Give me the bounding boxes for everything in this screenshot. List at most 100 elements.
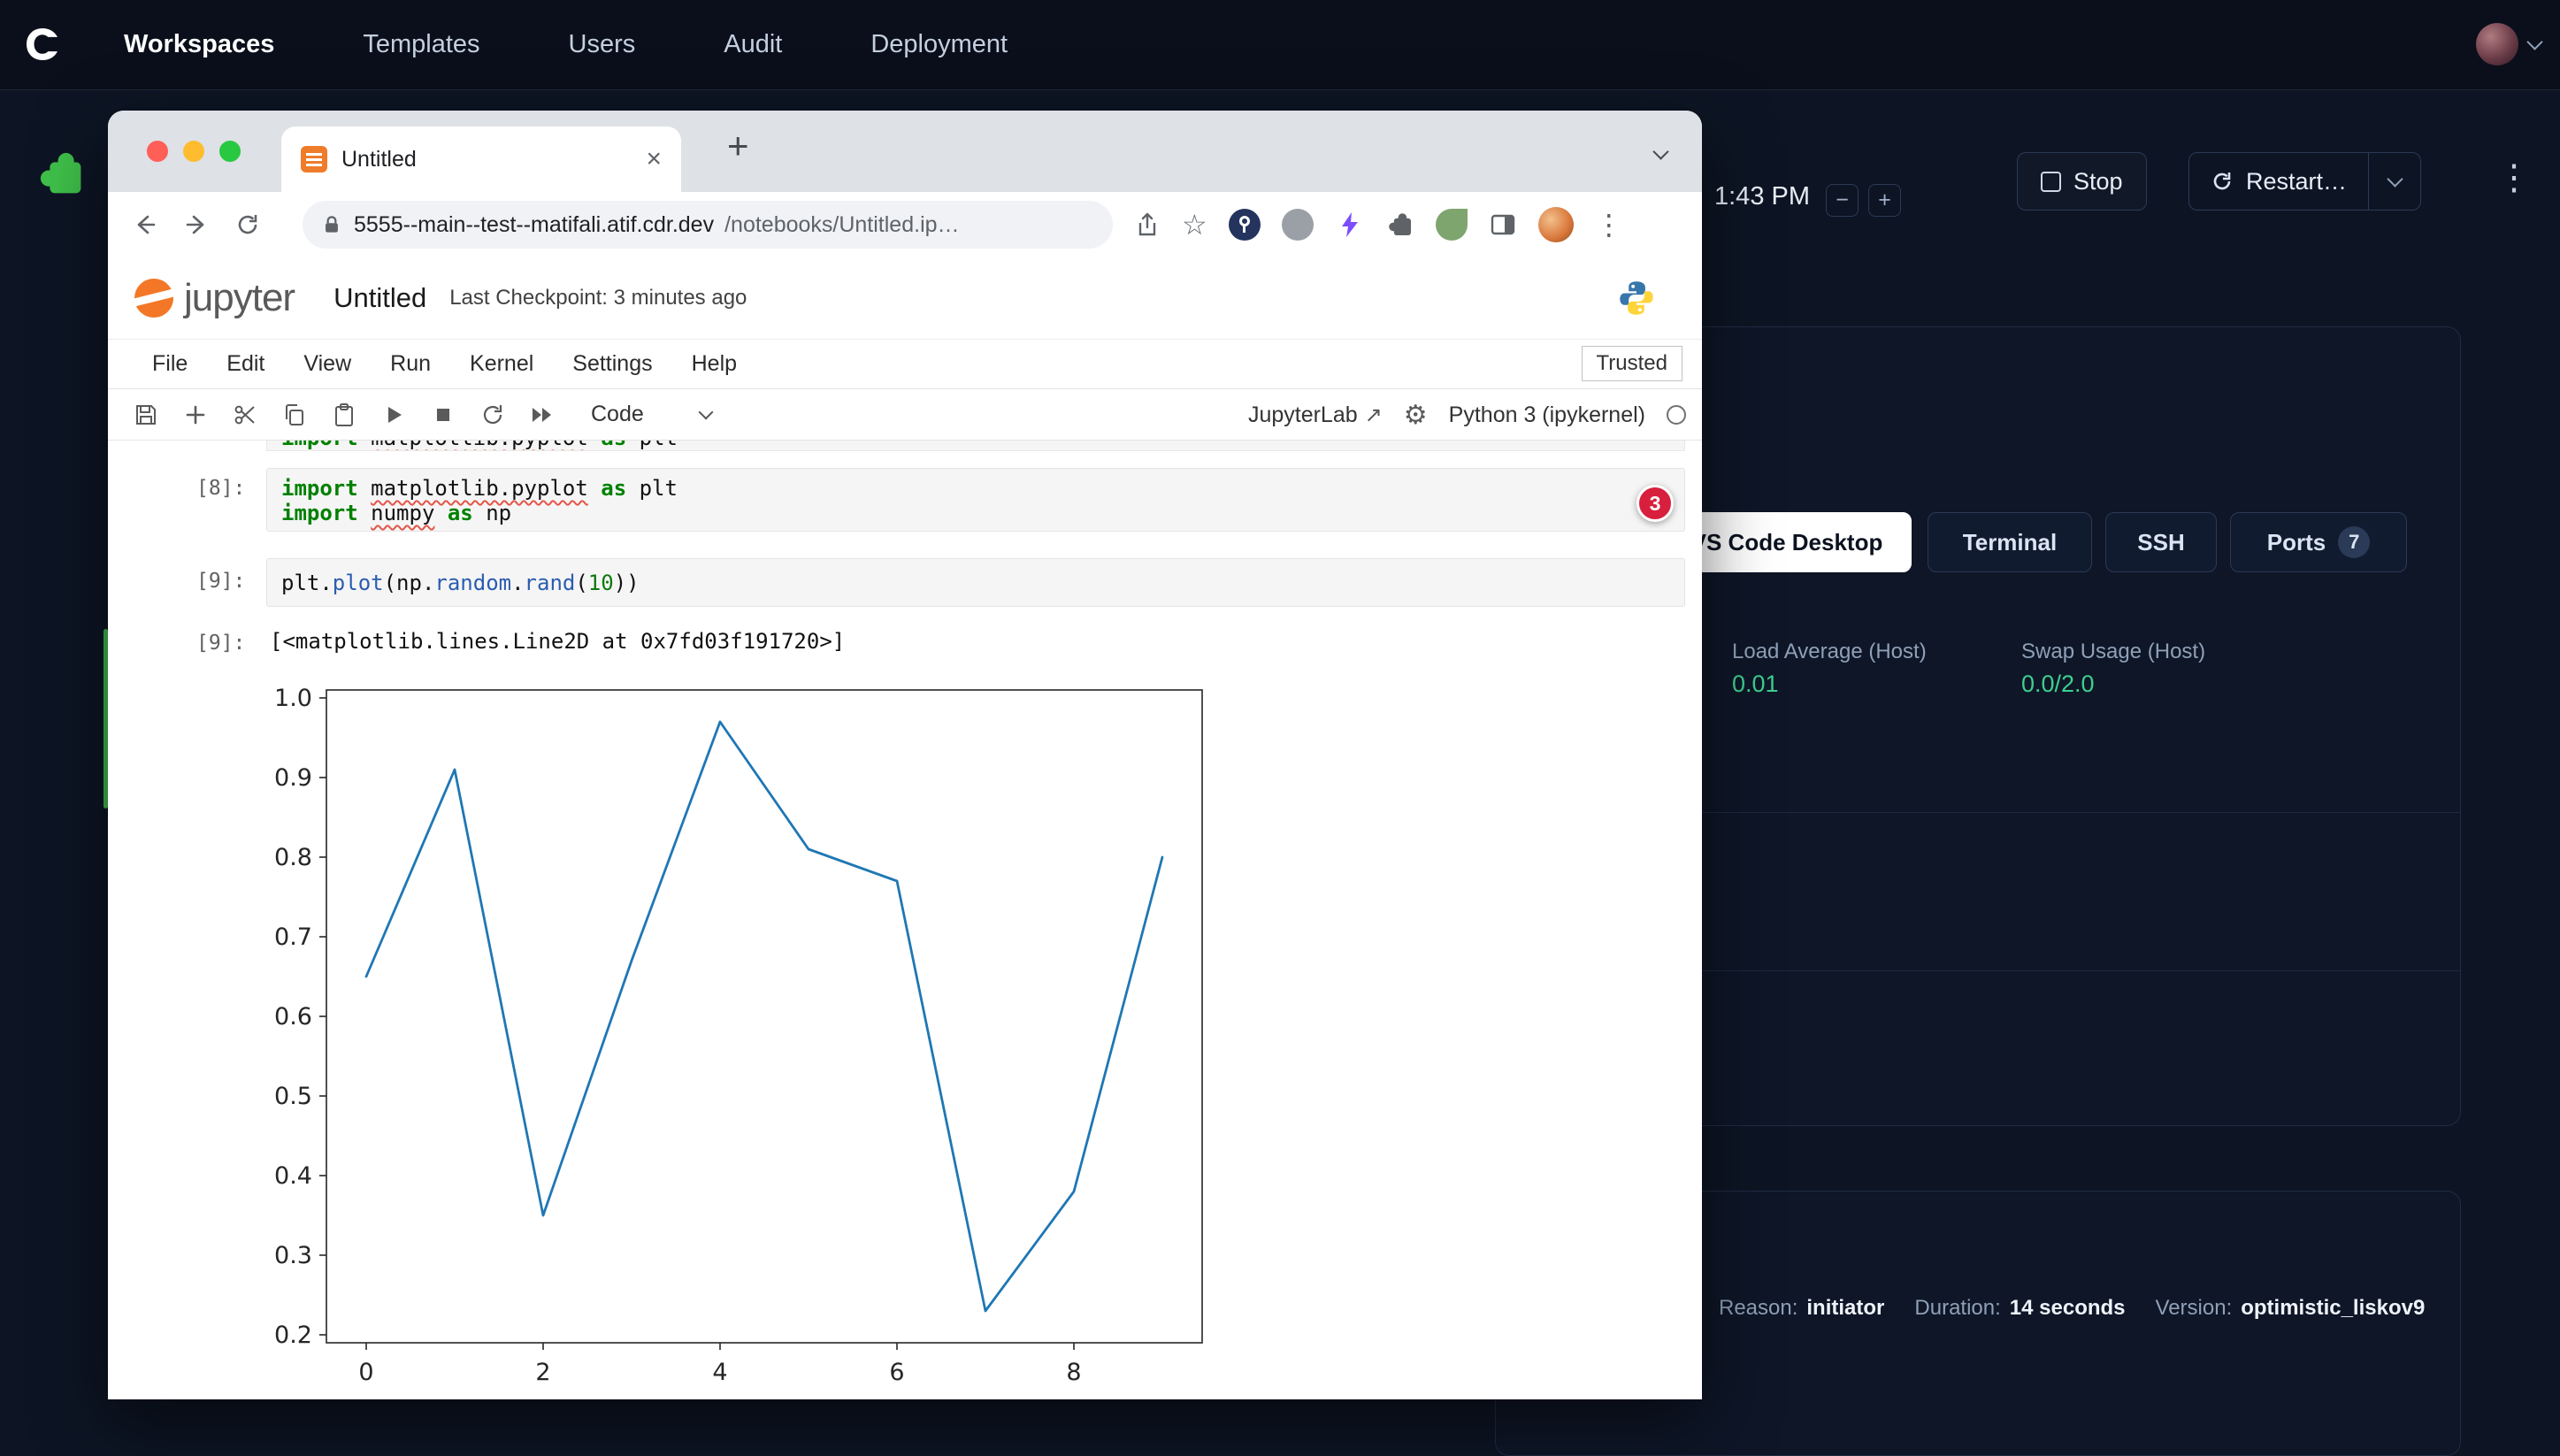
stop-workspace-button[interactable]: Stop bbox=[2017, 152, 2147, 211]
svg-text:0.3: 0.3 bbox=[274, 1242, 312, 1269]
font-increase-button[interactable]: + bbox=[1868, 184, 1901, 217]
clipped-cell-above: import matplotlib.pyplot as plt bbox=[266, 441, 1685, 451]
forward-button[interactable] bbox=[182, 211, 211, 239]
cut-cell-button[interactable] bbox=[232, 402, 258, 428]
nav-item-workspaces[interactable]: Workspaces bbox=[124, 30, 274, 59]
bolt-extension-icon[interactable] bbox=[1335, 210, 1365, 240]
nav-item-deployment[interactable]: Deployment bbox=[870, 30, 1008, 59]
url-omnibox[interactable]: 5555--main--test--matifali.atif.cdr.dev/… bbox=[303, 201, 1113, 249]
new-tab-button[interactable]: + bbox=[727, 125, 749, 167]
chrome-menu-kebab[interactable]: ⋮ bbox=[1595, 208, 1623, 241]
menu-file[interactable]: File bbox=[152, 351, 188, 377]
code-cell-8[interactable]: import matplotlib.pyplot as plt import n… bbox=[266, 468, 1685, 532]
external-link-icon: ↗ bbox=[1365, 402, 1383, 428]
tab-close-icon[interactable]: × bbox=[646, 144, 662, 174]
checkpoint-status: Last Checkpoint: 3 minutes ago bbox=[449, 286, 747, 310]
svg-text:6: 6 bbox=[889, 1359, 904, 1386]
terminal-button[interactable]: Terminal bbox=[1928, 512, 2092, 572]
gear-icon[interactable]: ⚙ bbox=[1404, 400, 1428, 431]
restart-options-button[interactable] bbox=[2369, 152, 2421, 211]
toolbar-right-group: JupyterLab ↗ ⚙ Python 3 (ipykernel) bbox=[1248, 389, 1686, 441]
browser-tab[interactable]: Untitled × bbox=[281, 126, 681, 192]
interrupt-kernel-button[interactable] bbox=[430, 402, 456, 428]
menu-settings[interactable]: Settings bbox=[572, 351, 652, 377]
jupyter-favicon bbox=[301, 146, 327, 172]
bookmark-star-icon[interactable]: ☆ bbox=[1182, 211, 1207, 239]
add-cell-button[interactable] bbox=[182, 402, 209, 428]
side-panel-icon[interactable] bbox=[1489, 211, 1517, 239]
paste-cell-button[interactable] bbox=[331, 402, 357, 428]
run-cell-button[interactable] bbox=[380, 402, 407, 428]
kernel-name[interactable]: Python 3 (ipykernel) bbox=[1449, 402, 1645, 428]
build-meta-row: Reason: initiator Duration: 14 seconds V… bbox=[1719, 1296, 2455, 1321]
tab-title: Untitled bbox=[341, 147, 646, 172]
cell-type-value: Code bbox=[591, 402, 644, 427]
workspace-menu-kebab[interactable]: ⋮ bbox=[2496, 149, 2532, 207]
code-cell-9[interactable]: plt.plot(np.random.rand(10)) bbox=[266, 558, 1685, 607]
clock: 1:43 PM bbox=[1714, 182, 1810, 211]
menu-run[interactable]: Run bbox=[390, 351, 431, 377]
svg-text:1.0: 1.0 bbox=[274, 685, 312, 712]
reason-value: initiator bbox=[1806, 1296, 1884, 1321]
duration-label: Duration: bbox=[1914, 1296, 2000, 1321]
back-button[interactable] bbox=[131, 211, 159, 239]
reload-button[interactable] bbox=[234, 211, 262, 239]
svg-text:0.4: 0.4 bbox=[274, 1162, 312, 1190]
chevron-down-icon bbox=[2526, 34, 2542, 50]
svg-text:0.5: 0.5 bbox=[274, 1083, 312, 1110]
jupyter-wordmark: jupyter bbox=[184, 276, 295, 320]
restart-label: Restart… bbox=[2246, 168, 2347, 195]
onepassword-icon[interactable] bbox=[1229, 209, 1261, 241]
trusted-button[interactable]: Trusted bbox=[1582, 346, 1682, 381]
ports-button[interactable]: Ports 7 bbox=[2230, 512, 2407, 572]
user-avatar bbox=[2476, 23, 2518, 65]
svg-text:0.9: 0.9 bbox=[274, 764, 312, 792]
leaf-extension-icon[interactable] bbox=[1436, 209, 1468, 241]
nav-item-audit[interactable]: Audit bbox=[724, 30, 782, 59]
notification-badge[interactable]: 3 bbox=[1636, 485, 1674, 522]
menu-help[interactable]: Help bbox=[692, 351, 737, 377]
stop-icon bbox=[2041, 172, 2061, 192]
extension-gray-icon[interactable] bbox=[1282, 209, 1314, 241]
menu-edit[interactable]: Edit bbox=[226, 351, 264, 377]
jupyter-toolbar: Code JupyterLab ↗ ⚙ Python 3 (ipykernel) bbox=[108, 389, 1702, 441]
copy-cell-button[interactable] bbox=[281, 402, 308, 428]
terminal-label: Terminal bbox=[1963, 529, 2057, 556]
window-zoom-button[interactable] bbox=[219, 141, 241, 162]
menu-kernel[interactable]: Kernel bbox=[470, 351, 533, 377]
save-button[interactable] bbox=[133, 402, 159, 428]
notebook-title[interactable]: Untitled bbox=[333, 282, 426, 314]
tab-strip: Untitled × + bbox=[108, 111, 1702, 192]
swap-usage-value: 0.0/2.0 bbox=[2021, 671, 2095, 698]
nav-item-users[interactable]: Users bbox=[569, 30, 636, 59]
window-close-button[interactable] bbox=[147, 141, 168, 162]
share-icon[interactable] bbox=[1134, 211, 1161, 238]
svg-text:0.2: 0.2 bbox=[274, 1322, 312, 1349]
window-minimize-button[interactable] bbox=[183, 141, 204, 162]
open-jupyterlab-link[interactable]: JupyterLab ↗ bbox=[1248, 402, 1383, 428]
svg-text:2: 2 bbox=[535, 1359, 550, 1386]
output9-prompt: [9]: bbox=[196, 632, 245, 655]
extensions-puzzle-icon[interactable] bbox=[1386, 211, 1414, 239]
cell8-prompt: [8]: bbox=[196, 477, 245, 500]
ports-label: Ports bbox=[2267, 529, 2326, 556]
ssh-button[interactable]: SSH bbox=[2105, 512, 2217, 572]
browser-window: Untitled × + 5555--main--test--matifali.… bbox=[108, 111, 1702, 1399]
restart-workspace-button[interactable]: Restart… bbox=[2188, 152, 2369, 211]
tab-search-chevron[interactable] bbox=[1655, 146, 1667, 162]
coder-logo[interactable] bbox=[21, 23, 64, 65]
restart-kernel-button[interactable] bbox=[479, 402, 506, 428]
restart-run-all-button[interactable] bbox=[529, 402, 556, 428]
font-decrease-button[interactable]: − bbox=[1826, 184, 1859, 217]
menu-view[interactable]: View bbox=[303, 351, 351, 377]
chrome-profile-avatar[interactable] bbox=[1538, 207, 1574, 242]
vscode-label: VS Code Desktop bbox=[1691, 529, 1883, 556]
ssh-label: SSH bbox=[2137, 529, 2184, 556]
puzzle-icon[interactable] bbox=[36, 149, 86, 198]
kernel-status-icon bbox=[1667, 405, 1686, 425]
nav-item-templates[interactable]: Templates bbox=[363, 30, 479, 59]
cell-type-dropdown[interactable]: Code bbox=[591, 402, 711, 427]
stop-label: Stop bbox=[2073, 168, 2123, 195]
user-menu[interactable] bbox=[2476, 23, 2541, 65]
url-host: 5555--main--test--matifali.atif.cdr.dev bbox=[354, 212, 714, 238]
